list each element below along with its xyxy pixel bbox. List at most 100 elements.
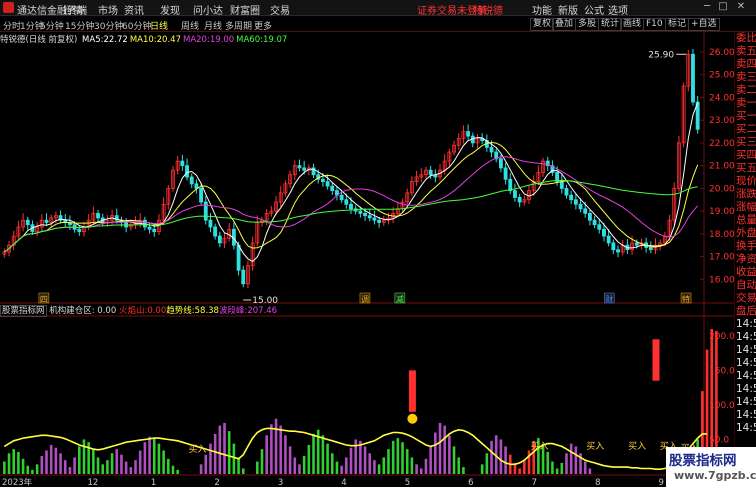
- candle[interactable]: [185, 165, 189, 178]
- candle[interactable]: [466, 131, 471, 137]
- kline-chart[interactable]: 26.0025.0024.0023.0022.0021.0020.0019.00…: [0, 32, 734, 487]
- candle[interactable]: [339, 194, 344, 201]
- candle[interactable]: [236, 244, 241, 271]
- menu-item-3[interactable]: 发现: [160, 2, 180, 17]
- menu-item-5[interactable]: 财富圈: [230, 2, 260, 17]
- candle[interactable]: [349, 203, 353, 210]
- candle[interactable]: [302, 167, 307, 171]
- toolbar-button-3[interactable]: 统计: [598, 18, 623, 31]
- toolbar-button-2[interactable]: 多股: [575, 18, 600, 31]
- candle[interactable]: [96, 212, 100, 219]
- candle[interactable]: [344, 199, 349, 205]
- period-tab-0[interactable]: 分时: [3, 19, 21, 32]
- candle[interactable]: [611, 242, 616, 251]
- period-tab-10[interactable]: 更多: [254, 19, 272, 32]
- candle[interactable]: [513, 190, 517, 198]
- candle[interactable]: [320, 178, 325, 182]
- period-tab-5[interactable]: 60分钟: [122, 19, 151, 32]
- indicator-bar: [588, 468, 592, 474]
- candle[interactable]: [180, 160, 185, 167]
- candle[interactable]: [691, 53, 695, 103]
- close-icon[interactable]: ✕: [734, 1, 748, 14]
- period-tab-2[interactable]: 5分钟: [40, 19, 64, 32]
- event-marker[interactable]: 四: [40, 295, 48, 304]
- menu-item-0[interactable]: 行情: [63, 2, 83, 17]
- candle[interactable]: [152, 228, 157, 232]
- event-marker[interactable]: 财: [605, 294, 613, 304]
- toolbar-button-7[interactable]: +自选: [688, 18, 720, 31]
- indicator-bar: [270, 424, 273, 474]
- minimize-icon[interactable]: ─: [700, 1, 714, 14]
- period-tab-7[interactable]: 周线: [181, 19, 199, 32]
- candle[interactable]: [508, 178, 513, 192]
- candle[interactable]: [330, 185, 335, 192]
- candle[interactable]: [559, 181, 564, 189]
- period-tab-9[interactable]: 多周期: [225, 19, 252, 32]
- candle[interactable]: [602, 228, 606, 237]
- candle[interactable]: [25, 219, 30, 226]
- candle[interactable]: [147, 226, 152, 230]
- period-tab-3[interactable]: 15分钟: [65, 19, 94, 32]
- menu-item-4[interactable]: 问小达: [193, 2, 223, 17]
- period-tab-4[interactable]: 30分钟: [94, 19, 123, 32]
- toolbar-button-0[interactable]: 复权: [530, 18, 555, 31]
- candle[interactable]: [358, 210, 363, 214]
- candle[interactable]: [578, 203, 583, 210]
- menu-item-1[interactable]: 市场: [98, 2, 118, 17]
- candle[interactable]: [194, 183, 199, 189]
- candle[interactable]: [569, 194, 574, 201]
- candle[interactable]: [428, 169, 433, 176]
- indicator-bar: [59, 453, 62, 474]
- candle[interactable]: [241, 269, 246, 285]
- menu-item-2[interactable]: 资讯: [124, 2, 144, 17]
- candle[interactable]: [498, 158, 503, 169]
- toolbar-button-1[interactable]: 叠加: [552, 18, 577, 31]
- candle[interactable]: [564, 187, 569, 196]
- candle[interactable]: [208, 219, 213, 228]
- right-menu-item-3[interactable]: 选项: [608, 2, 628, 17]
- candle[interactable]: [583, 208, 588, 214]
- quote-panel-item-24: 14:50: [736, 344, 756, 356]
- candle[interactable]: [367, 215, 372, 219]
- candle[interactable]: [597, 224, 602, 230]
- toolbar-button-6[interactable]: 标记: [665, 18, 690, 31]
- candle[interactable]: [297, 165, 302, 169]
- candle[interactable]: [77, 228, 82, 232]
- sub-indicator-title[interactable]: 股票指标网: [0, 305, 47, 317]
- indicator-bar: [462, 467, 465, 474]
- right-menu-item-1[interactable]: 新版: [558, 2, 578, 17]
- candle[interactable]: [587, 212, 592, 221]
- candle[interactable]: [325, 181, 330, 187]
- candle[interactable]: [189, 176, 194, 185]
- candle[interactable]: [573, 199, 578, 205]
- indicator-bar: [326, 443, 329, 474]
- candle[interactable]: [648, 247, 653, 251]
- candle[interactable]: [217, 235, 222, 244]
- candle[interactable]: [616, 249, 620, 253]
- period-tab-8[interactable]: 月线: [204, 19, 222, 32]
- candle[interactable]: [363, 212, 367, 217]
- candle[interactable]: [44, 219, 49, 223]
- right-menu-item-2[interactable]: 公式: [584, 2, 604, 17]
- candle[interactable]: [517, 197, 522, 203]
- ma5-line: [4, 102, 699, 263]
- candle[interactable]: [489, 147, 494, 153]
- toolbar-button-4[interactable]: 画线: [620, 18, 645, 31]
- candle[interactable]: [592, 219, 597, 226]
- candle[interactable]: [606, 235, 611, 244]
- candle[interactable]: [377, 219, 382, 223]
- period-tab-6[interactable]: 日线: [150, 19, 168, 32]
- maximize-icon[interactable]: □: [716, 1, 730, 14]
- candle[interactable]: [634, 242, 639, 246]
- menu-item-6[interactable]: 交易: [270, 2, 290, 17]
- event-marker[interactable]: 减: [396, 294, 404, 304]
- candle[interactable]: [203, 201, 208, 221]
- candle[interactable]: [372, 217, 377, 221]
- right-menu-item-0[interactable]: 功能: [532, 2, 552, 17]
- candle[interactable]: [199, 187, 204, 203]
- event-marker[interactable]: 调: [361, 295, 369, 304]
- event-marker[interactable]: 特: [682, 294, 690, 304]
- candle[interactable]: [503, 167, 508, 180]
- candle[interactable]: [213, 226, 218, 237]
- toolbar-button-5[interactable]: F10: [643, 18, 666, 31]
